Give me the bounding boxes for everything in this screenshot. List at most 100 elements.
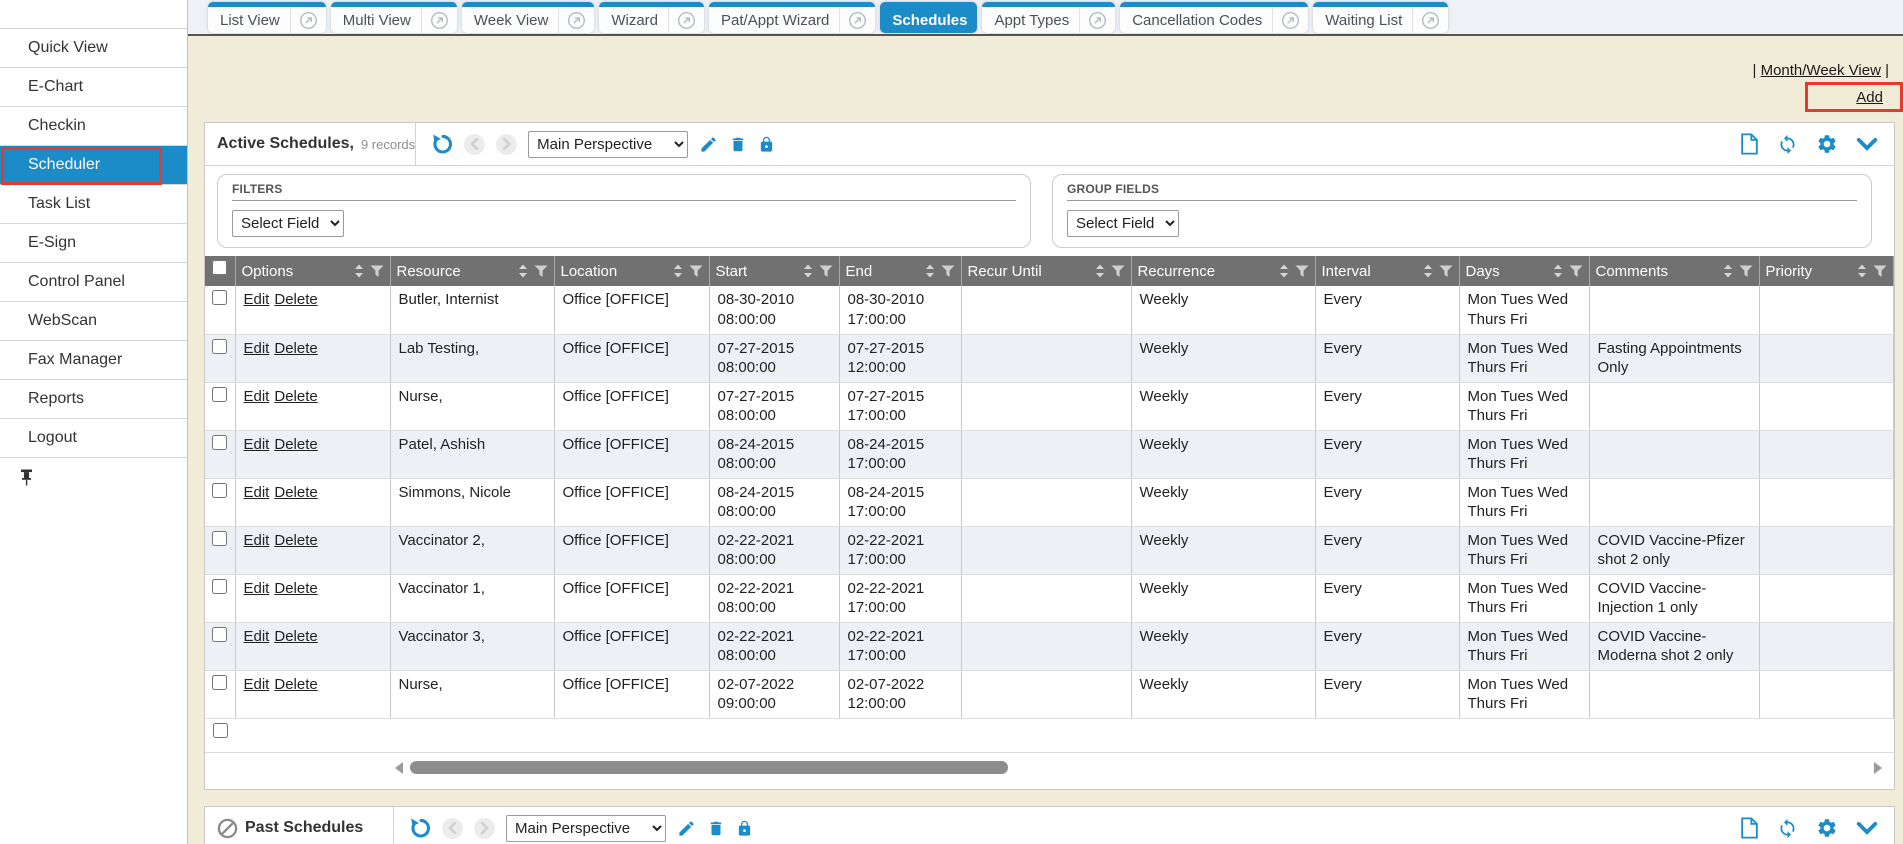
filter-funnel-icon[interactable] xyxy=(941,265,955,278)
trash-icon[interactable] xyxy=(729,135,747,154)
column-header[interactable]: Comments xyxy=(1589,256,1759,286)
tab[interactable]: List View xyxy=(208,2,326,33)
column-header[interactable]: Location xyxy=(554,256,709,286)
filter-funnel-icon[interactable] xyxy=(1569,265,1583,278)
sort-icon[interactable] xyxy=(1552,264,1564,278)
collapse-chevron-icon[interactable] xyxy=(1856,137,1878,152)
row-checkbox[interactable] xyxy=(212,387,227,402)
collapse-chevron-icon[interactable] xyxy=(1856,821,1878,836)
filter-funnel-icon[interactable] xyxy=(1439,265,1453,278)
tab[interactable]: Multi View xyxy=(331,2,457,33)
sort-icon[interactable] xyxy=(1278,264,1290,278)
row-checkbox[interactable] xyxy=(212,531,227,546)
tab[interactable]: Wizard xyxy=(599,2,704,33)
undo-icon[interactable] xyxy=(430,133,453,156)
tab[interactable]: Cancellation Codes xyxy=(1120,2,1308,33)
edit-link[interactable]: Edit xyxy=(244,628,270,645)
sort-icon[interactable] xyxy=(802,264,814,278)
column-header[interactable]: End xyxy=(839,256,961,286)
row-checkbox[interactable] xyxy=(212,579,227,594)
open-new-window-icon[interactable] xyxy=(1272,7,1308,33)
sort-icon[interactable] xyxy=(1856,264,1868,278)
select-all-checkbox[interactable] xyxy=(212,260,227,275)
filter-funnel-icon[interactable] xyxy=(689,265,703,278)
gear-icon[interactable] xyxy=(1816,817,1838,839)
delete-link[interactable]: Delete xyxy=(274,388,317,405)
open-new-window-icon[interactable] xyxy=(839,7,875,33)
column-header[interactable]: Start xyxy=(709,256,839,286)
open-new-window-icon[interactable] xyxy=(1079,7,1115,33)
column-header[interactable]: Interval xyxy=(1315,256,1459,286)
edit-link[interactable]: Edit xyxy=(244,291,270,308)
filter-funnel-icon[interactable] xyxy=(1739,265,1753,278)
delete-link[interactable]: Delete xyxy=(274,532,317,549)
tab[interactable]: Appt Types xyxy=(982,2,1115,33)
open-new-window-icon[interactable] xyxy=(558,7,594,33)
tab[interactable]: Week View xyxy=(462,2,594,33)
edit-pencil-icon[interactable] xyxy=(677,819,696,838)
sidebar-item[interactable]: Scheduler xyxy=(0,146,187,185)
sort-icon[interactable] xyxy=(353,264,365,278)
delete-link[interactable]: Delete xyxy=(274,340,317,357)
filter-funnel-icon[interactable] xyxy=(534,265,548,278)
edit-link[interactable]: Edit xyxy=(244,580,270,597)
edit-link[interactable]: Edit xyxy=(244,484,270,501)
delete-link[interactable]: Delete xyxy=(274,436,317,453)
sort-icon[interactable] xyxy=(517,264,529,278)
delete-link[interactable]: Delete xyxy=(274,676,317,693)
empty-row-checkbox[interactable] xyxy=(213,723,228,738)
open-new-window-icon[interactable] xyxy=(1412,7,1448,33)
edit-pencil-icon[interactable] xyxy=(699,135,718,154)
lock-icon[interactable] xyxy=(736,819,753,838)
month-week-view-link[interactable]: Month/Week View xyxy=(1761,62,1881,79)
group-fields-select[interactable]: Select Field xyxy=(1067,210,1179,237)
undo-icon[interactable] xyxy=(408,817,431,840)
sort-icon[interactable] xyxy=(924,264,936,278)
perspective-select[interactable]: Main Perspective xyxy=(506,815,666,842)
row-checkbox[interactable] xyxy=(212,627,227,642)
sidebar-item[interactable]: E-Chart xyxy=(0,68,187,107)
refresh-icon[interactable] xyxy=(1777,134,1798,155)
prev-page-icon[interactable] xyxy=(442,818,463,839)
delete-link[interactable]: Delete xyxy=(274,580,317,597)
open-new-window-icon[interactable] xyxy=(421,7,457,33)
scrollbar-thumb[interactable] xyxy=(410,761,1008,774)
row-checkbox[interactable] xyxy=(212,675,227,690)
filter-funnel-icon[interactable] xyxy=(819,265,833,278)
refresh-icon[interactable] xyxy=(1777,818,1798,839)
edit-link[interactable]: Edit xyxy=(244,436,270,453)
sort-icon[interactable] xyxy=(1422,264,1434,278)
tab[interactable]: Waiting List xyxy=(1313,2,1448,33)
column-header[interactable]: Priority xyxy=(1759,256,1894,286)
column-header[interactable]: Options xyxy=(235,256,390,286)
add-link[interactable]: Add xyxy=(1856,89,1883,106)
open-new-window-icon[interactable] xyxy=(668,7,704,33)
edit-link[interactable]: Edit xyxy=(244,388,270,405)
edit-link[interactable]: Edit xyxy=(244,532,270,549)
sort-icon[interactable] xyxy=(672,264,684,278)
sidebar-item[interactable]: Quick View xyxy=(0,29,187,68)
column-header[interactable]: Recur Until xyxy=(961,256,1131,286)
sidebar-item[interactable]: E-Sign xyxy=(0,224,187,263)
edit-link[interactable]: Edit xyxy=(244,676,270,693)
delete-link[interactable]: Delete xyxy=(274,291,317,308)
sort-icon[interactable] xyxy=(1722,264,1734,278)
gear-icon[interactable] xyxy=(1816,133,1838,155)
new-document-icon[interactable] xyxy=(1740,817,1759,839)
delete-link[interactable]: Delete xyxy=(274,484,317,501)
column-header[interactable]: Resource xyxy=(390,256,554,286)
filter-funnel-icon[interactable] xyxy=(1873,265,1887,278)
row-checkbox[interactable] xyxy=(212,483,227,498)
column-header[interactable]: Days xyxy=(1459,256,1589,286)
tab[interactable]: Schedules xyxy=(880,2,977,33)
sidebar-item[interactable]: Checkin xyxy=(0,107,187,146)
filter-funnel-icon[interactable] xyxy=(370,265,384,278)
filters-field-select[interactable]: Select Field xyxy=(232,210,344,237)
sidebar-item[interactable]: Logout xyxy=(0,419,187,458)
next-page-icon[interactable] xyxy=(474,818,495,839)
scroll-left-icon[interactable] xyxy=(395,762,403,774)
lock-icon[interactable] xyxy=(758,135,775,154)
new-document-icon[interactable] xyxy=(1740,133,1759,155)
row-checkbox[interactable] xyxy=(212,290,227,305)
sidebar-item[interactable]: Reports xyxy=(0,380,187,419)
